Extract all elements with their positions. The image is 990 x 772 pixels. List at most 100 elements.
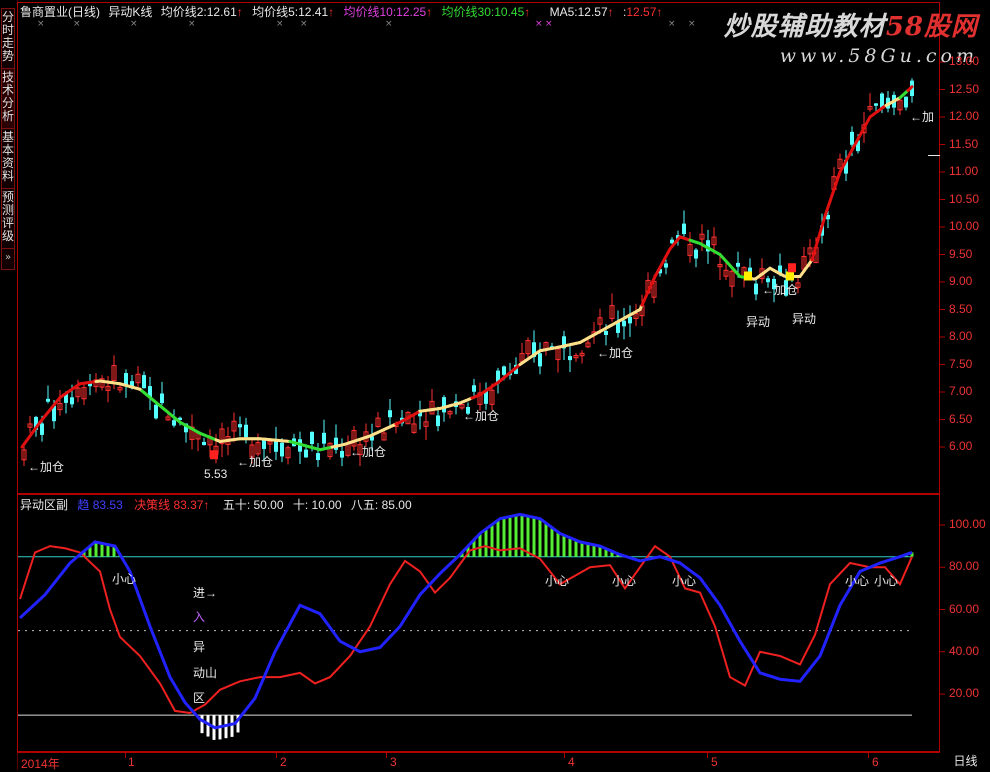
price-tick-label: 7.00	[949, 384, 972, 398]
candle-down	[310, 432, 314, 444]
ma10-value: 12.25	[396, 5, 426, 19]
watermark-logo: 炒股辅助教材58股网 www.58Gu.com	[724, 6, 978, 67]
candle-down	[70, 397, 74, 404]
candle-down	[262, 439, 266, 448]
anomaly-label: 异动	[746, 313, 770, 330]
ma5-label: 均价线5:	[252, 5, 298, 19]
up-arrow-icon: ↑	[426, 5, 432, 19]
caution-label: 小心	[672, 572, 696, 589]
date-label-jan: 1	[128, 755, 135, 769]
price-tick-label: 8.50	[949, 302, 972, 316]
candle-down	[502, 366, 506, 374]
marker-x-icon: ×	[385, 19, 393, 29]
price-tick-label: 11.00	[949, 164, 978, 178]
indicator-tick-label: 80.00	[949, 559, 979, 573]
add-position-label: ←加仓	[350, 443, 386, 460]
add-position-label: ←加仓	[463, 407, 499, 424]
date-axis: 2014年 1 2 3 4 5 6	[17, 752, 940, 771]
indicator-name: 异动K线	[108, 5, 152, 19]
price-tick-label: 8.00	[949, 329, 972, 343]
ma10-label: 均价线10:	[343, 5, 396, 19]
candle-down	[874, 103, 878, 105]
add-position-label: ←加仓	[597, 344, 633, 361]
ma2-value: 12.61	[207, 5, 237, 19]
candle-down	[748, 268, 752, 272]
signal-marker	[786, 272, 794, 281]
indicator-tick-label: 20.00	[949, 686, 979, 700]
ma30-label: 均价线30:	[442, 5, 495, 19]
zone-char-4: 区	[193, 689, 205, 706]
price-tick-label: 9.50	[949, 247, 972, 261]
anomaly-label: 异动	[792, 310, 816, 327]
decision-value: 83.37	[173, 498, 203, 512]
candle-down	[436, 415, 440, 426]
candle-down	[694, 250, 698, 259]
date-label-apr: 4	[568, 755, 575, 769]
add-position-label: ←加仓	[762, 281, 798, 298]
caution-label: 小心	[845, 572, 869, 589]
up-arrow-icon: ↑	[524, 5, 530, 19]
candle-down	[340, 451, 344, 458]
caution-label: 小心	[545, 572, 569, 589]
candle-down	[172, 420, 176, 425]
low-price-label: 5.53	[204, 467, 227, 481]
candle-down	[40, 423, 44, 434]
add-position-label: ←加仓	[237, 453, 273, 470]
candle-down	[442, 397, 446, 412]
level-ten: 十: 10.00	[293, 498, 342, 512]
candle-down	[538, 353, 542, 366]
watermark-url: www.58Gu.com	[724, 45, 978, 67]
candle-down	[736, 263, 740, 267]
marker-x-icon: ×	[545, 19, 553, 29]
signal-marker	[744, 272, 752, 281]
marker-x-icon: ×	[688, 19, 696, 29]
indicator-header: 异动区副 趋 83.53 决策线 83.37↑ 五十: 50.00 十: 10.…	[20, 496, 412, 513]
decision-label: 决策线	[134, 498, 170, 512]
price-tick-label: 10.50	[949, 192, 979, 206]
candle-down	[904, 97, 908, 108]
up-arrow-icon: ↑	[328, 5, 334, 19]
candle-down	[154, 405, 158, 419]
candle-down	[754, 284, 758, 295]
candle-down	[316, 453, 320, 460]
indicator-tick-label: 40.00	[949, 644, 979, 658]
caution-label: 小心	[112, 570, 136, 587]
stock-title: 鲁商置业(日线)	[20, 5, 100, 19]
candle-down	[628, 317, 632, 324]
price-tick-label: 9.00	[949, 274, 972, 288]
caution-label: 小心	[874, 572, 898, 589]
price-tick-label: 12.50	[949, 82, 979, 96]
candle-down	[682, 224, 686, 234]
trend-label: 趋	[77, 498, 89, 512]
zone-char-1: 入	[193, 608, 205, 625]
candle-down	[304, 450, 308, 458]
price-tick-label: 11.50	[949, 137, 978, 151]
price-header: 鲁商置业(日线) 异动K线 均价线2:12.61↑ 均价线5:12.41↑ 均价…	[20, 3, 662, 20]
marker-x-icon: ×	[73, 19, 81, 29]
date-label-mar: 3	[390, 755, 397, 769]
candle-down	[322, 433, 326, 444]
stock-chart-window: 分时走势 技术分析 基本资料 预测评级 » ××××××××××× 鲁商置业(日…	[0, 0, 990, 770]
marker-x-icon: ×	[130, 19, 138, 29]
candle-down	[160, 394, 164, 404]
candle-down	[568, 356, 572, 360]
up-arrow-icon: ↑	[608, 5, 614, 19]
price-axis: 13.0012.5012.0011.5011.0010.5010.009.509…	[941, 2, 990, 494]
up-arrow-icon: ↑	[656, 5, 662, 19]
marker-x-icon: ×	[276, 19, 284, 29]
indicator-title: 异动区副	[20, 498, 68, 512]
period-daily-label[interactable]: 日线	[941, 752, 990, 770]
extra-value: 12.57	[626, 5, 656, 19]
date-label-feb: 2	[280, 755, 287, 769]
trend-line	[20, 514, 912, 727]
candle-down	[46, 399, 50, 402]
zone-char-3: 动山	[193, 664, 217, 681]
candle-down	[850, 132, 854, 145]
caution-label: 小心	[612, 572, 636, 589]
zone-char-2: 异	[193, 638, 205, 655]
price-tick-label: 6.50	[949, 412, 972, 426]
marker-x-icon: ×	[668, 19, 676, 29]
price-tick-label: 6.00	[949, 439, 972, 453]
level-eightyfive: 八五: 85.00	[351, 498, 412, 512]
marker-x-icon: ×	[300, 19, 308, 29]
